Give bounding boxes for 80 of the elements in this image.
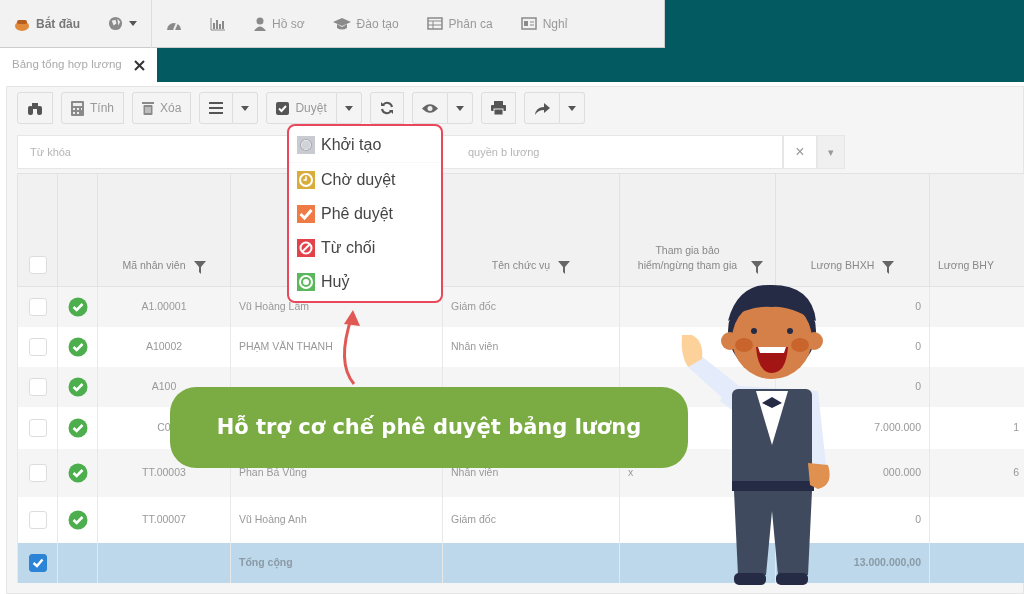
close-icon [133, 59, 145, 71]
caret-icon [455, 105, 464, 111]
caret-icon [344, 105, 353, 111]
filter-icon [558, 261, 571, 274]
toolbar-button[interactable]: Duyệt [266, 92, 337, 124]
column-header: Tên chức vụ [491, 258, 551, 274]
menu-item[interactable]: Bắt đầu [0, 0, 94, 48]
bar-chart-icon [210, 16, 226, 31]
toolbar-button[interactable] [369, 92, 404, 124]
column-header: Lương BHY [938, 258, 994, 274]
table-cell: 1 [1013, 420, 1019, 433]
toolbar-button[interactable]: Xóa [132, 92, 192, 124]
tab-label: Bảng tổng hợp lương [12, 57, 122, 73]
table-cell: PHẠM VĂN THANH [239, 339, 333, 352]
share-arrow-icon [533, 101, 550, 115]
checkbox[interactable] [28, 553, 47, 572]
table-cell: 000.000 [883, 465, 921, 478]
total-label: Tổng cộng [239, 555, 293, 568]
table-cell: 13.000.000,00 [853, 555, 921, 568]
toolbar-button[interactable] [17, 92, 53, 124]
globe-icon [108, 16, 123, 31]
dropdown-toggle-button[interactable] [233, 92, 259, 124]
toolbar-button[interactable] [523, 92, 560, 124]
table-cell: 0 [915, 379, 921, 392]
binoculars-icon [27, 101, 43, 115]
id-card-icon [520, 17, 537, 30]
eye-icon [421, 102, 438, 114]
trash-icon [142, 101, 154, 115]
filter-icon [882, 261, 895, 274]
refresh-icon [379, 101, 394, 115]
menu-item[interactable]: Đào tạo [318, 0, 413, 48]
menu-icon [209, 102, 224, 114]
table-cell: Nhân viên [451, 465, 499, 478]
table-cell: 0 [915, 299, 921, 312]
column-header: Tham gia bảo hiểm/ngừng tham gia [636, 242, 739, 274]
caret-icon [567, 105, 576, 111]
printer-icon [490, 101, 506, 115]
tab[interactable]: Bảng tổng hợp lương [0, 48, 157, 82]
table-cell: 0 [915, 512, 921, 525]
table-cell: C0 [157, 420, 171, 433]
menu-item[interactable]: Phân ca [412, 0, 507, 48]
table-cell: Vũ Hoàng Anh [239, 512, 307, 525]
user-icon [254, 16, 266, 31]
dropdown-toggle-button[interactable] [336, 92, 362, 124]
calculator-icon [71, 100, 84, 116]
caret-icon [129, 21, 137, 26]
table-cell: 0 [915, 339, 921, 352]
menu-item[interactable]: Phê duyệt [289, 197, 441, 231]
table-cell: A1.00001 [141, 299, 187, 312]
column-header: Mã nhân viên [122, 258, 186, 274]
toolbar-button[interactable]: Tính [61, 92, 124, 124]
menu-item[interactable]: Nghỉ [506, 0, 582, 48]
toolbar-button[interactable] [411, 92, 448, 124]
table-cell: TT.00003 [142, 465, 186, 478]
toolbar-button[interactable] [480, 92, 516, 124]
table-cell: Vũ Hoàng Lâm [239, 299, 310, 312]
table-cell: Giám đốc [451, 299, 496, 312]
filter-icon [193, 261, 206, 274]
column-header: Lương BHXH [810, 258, 875, 274]
table-cell: A10002 [145, 339, 183, 352]
menu-item[interactable]: Huỷ [289, 265, 441, 299]
menu-item[interactable]: Hồ sơ [240, 0, 319, 48]
filter-icon [750, 261, 763, 274]
table-cell: Giám đốc [451, 512, 496, 525]
toolbar-button[interactable] [199, 92, 234, 124]
table-icon [426, 17, 443, 30]
table-cell: 7.000.000 [874, 420, 921, 433]
checkbox-icon [276, 101, 290, 115]
dropdown-button[interactable]: ▾ [817, 135, 845, 169]
clear-button[interactable]: × [783, 135, 817, 169]
graduation-cap-icon [332, 17, 351, 30]
dropdown-toggle-button[interactable] [447, 92, 473, 124]
menu-item[interactable]: Từ chối [289, 231, 441, 265]
dropdown-toggle-button[interactable] [559, 92, 585, 124]
table-cell: TT.00007 [142, 512, 186, 525]
table-cell: 6 [1013, 465, 1019, 478]
table-cell: Phan Bá Vũng [239, 465, 307, 478]
caret-icon [241, 105, 250, 111]
table-cell: x [628, 465, 634, 478]
table-cell: Nhân viên [451, 339, 499, 352]
